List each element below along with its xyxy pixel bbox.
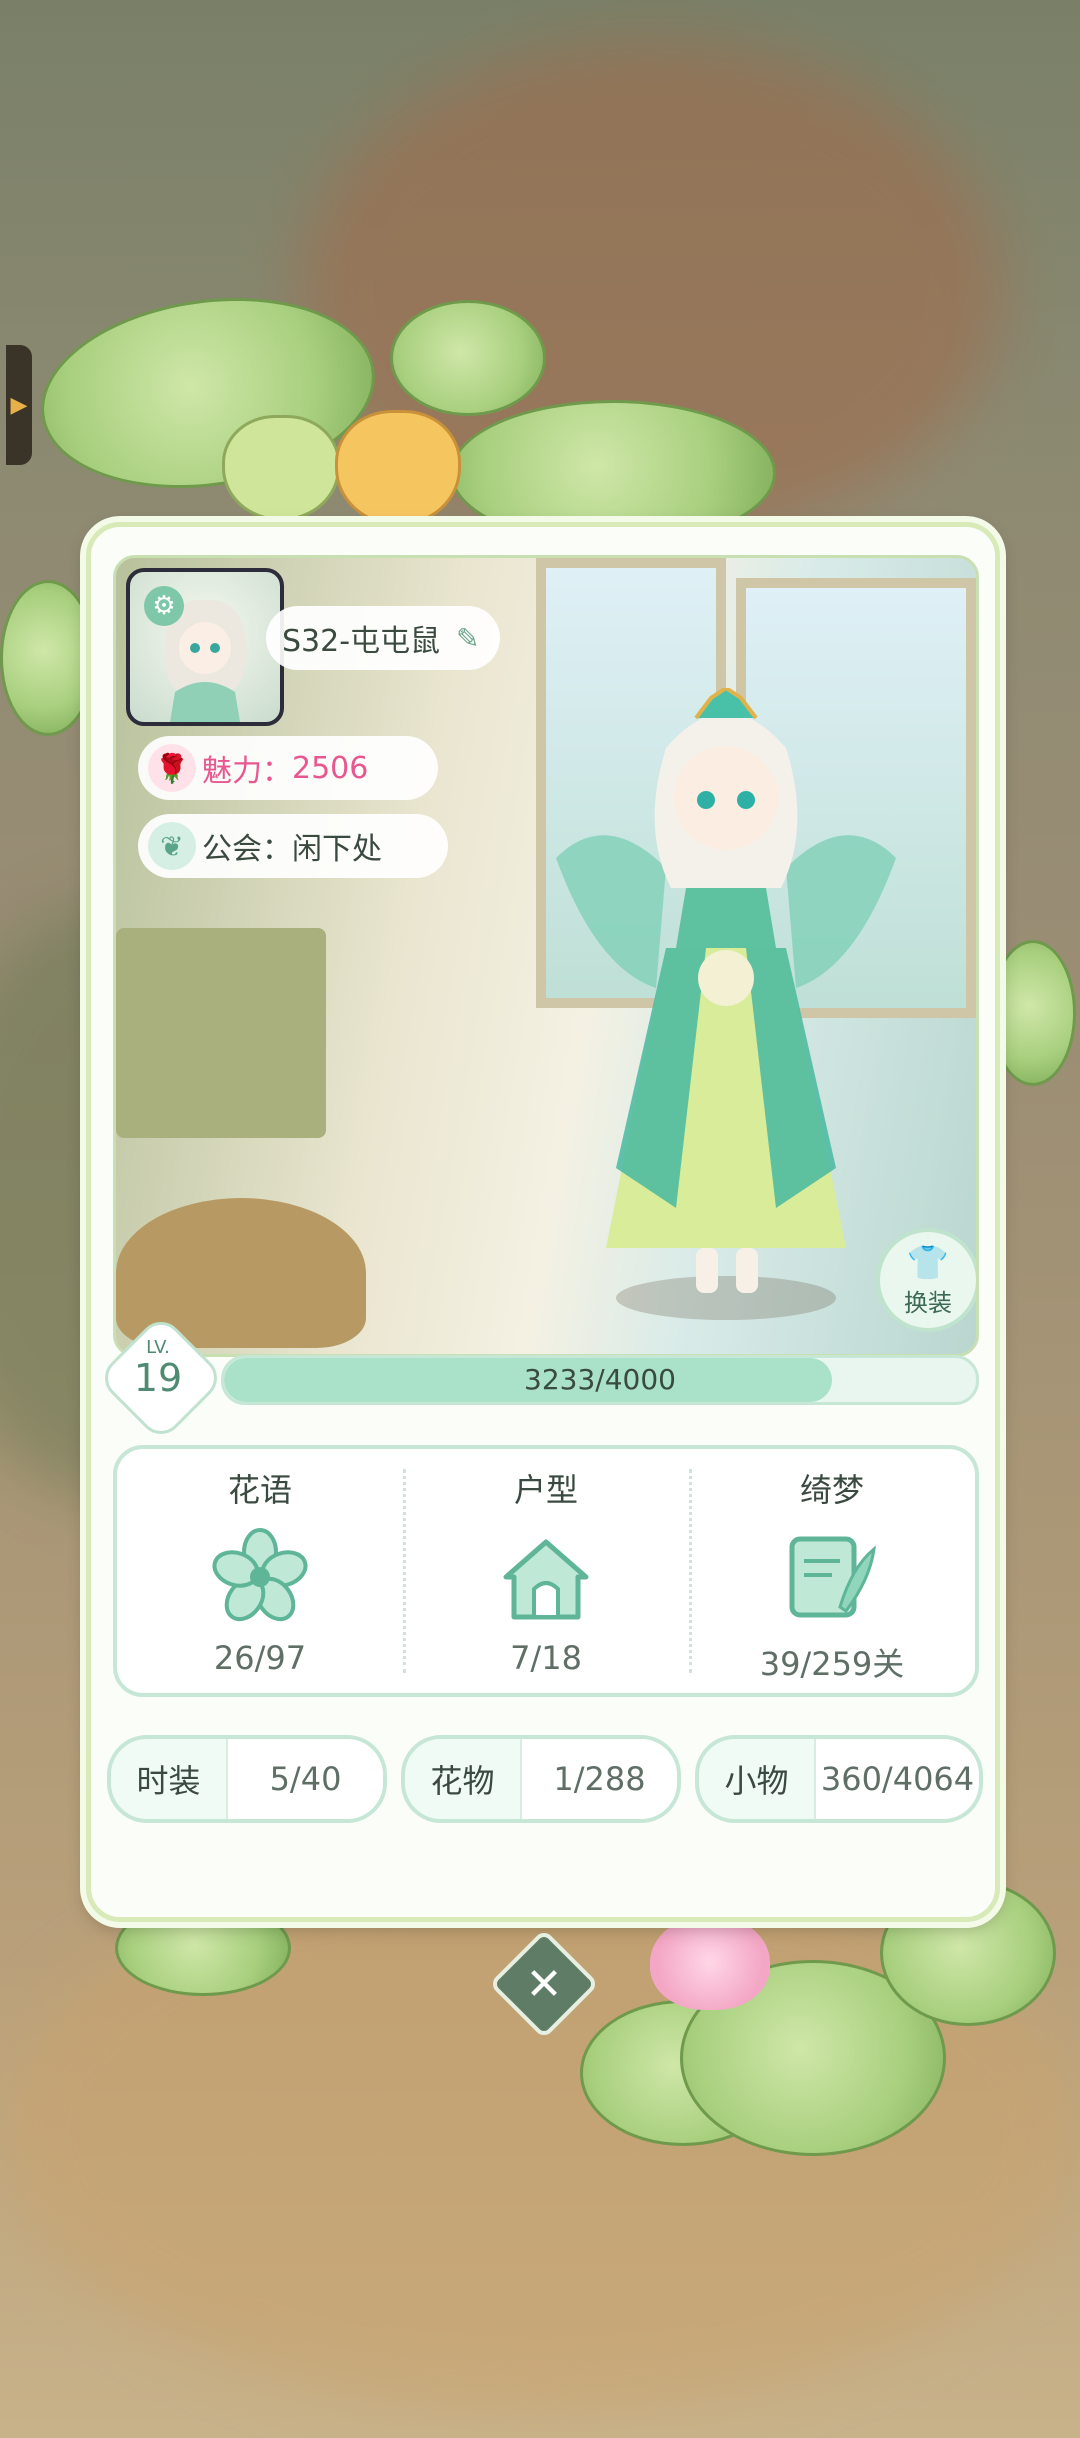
stat-value: 26/97: [213, 1639, 307, 1677]
level-text: LV. 19: [115, 1337, 201, 1400]
guild-value: 闲下处: [292, 832, 382, 867]
name-pill: S32-屯屯鼠 ✎: [266, 606, 500, 670]
stat-value: 7/18: [510, 1639, 582, 1677]
character-showcase: ⚙ S32-屯屯鼠 ✎ 🌹 魅力： 2506 ❦ 公会： 闲下处 👕 换装: [113, 555, 979, 1357]
stat-flower-language[interactable]: 花语 26/97: [117, 1449, 403, 1693]
guild-label: 公会：: [202, 832, 292, 867]
edit-name-icon[interactable]: ✎: [456, 622, 479, 655]
change-outfit-label: 换装: [904, 1288, 952, 1317]
level-value: 19: [133, 1356, 183, 1400]
player-name: S32-屯屯鼠: [282, 624, 441, 659]
charm-label: 魅力：: [202, 754, 292, 789]
rose-icon: 🌹: [148, 744, 196, 792]
collection-fashion[interactable]: 时装 5/40: [107, 1735, 387, 1823]
avatar[interactable]: ⚙: [126, 568, 284, 726]
stat-title: 绮梦: [799, 1471, 864, 1509]
character-portrait: [556, 688, 896, 1320]
pouch-decoration: [222, 415, 340, 521]
arrow-right-icon: ▶: [10, 392, 28, 418]
change-outfit-button[interactable]: 👕 换装: [876, 1228, 976, 1332]
collection-label: 花物: [405, 1739, 522, 1819]
stats-panel: 花语 26/97 户型 7/18 绮梦 39/259关: [113, 1445, 979, 1697]
lotus-leaf-decoration: [990, 940, 1076, 1086]
collection-value: 360/4064: [816, 1739, 979, 1819]
charm-pill: 🌹 魅力： 2506: [138, 736, 438, 800]
house-icon: [496, 1527, 596, 1627]
close-icon[interactable]: ✕: [505, 1945, 583, 2023]
flower-icon: [210, 1527, 310, 1627]
collection-flowers[interactable]: 花物 1/288: [401, 1735, 681, 1823]
stat-title: 花语: [227, 1471, 292, 1509]
level-prefix: LV.: [146, 1337, 170, 1358]
collection-value: 5/40: [228, 1739, 383, 1819]
charm-value: 2506: [292, 750, 369, 786]
xp-progress-text: 3233/4000: [524, 1363, 676, 1396]
stat-title: 户型: [513, 1471, 578, 1509]
table-decoration: [116, 928, 326, 1138]
collection-value: 1/288: [522, 1739, 677, 1819]
shirt-icon: 👕: [906, 1242, 950, 1283]
guild-pill: ❦ 公会： 闲下处: [138, 814, 448, 878]
stat-dream[interactable]: 绮梦 39/259关: [689, 1449, 975, 1693]
profile-card: ⚙ S32-屯屯鼠 ✎ 🌹 魅力： 2506 ❦ 公会： 闲下处 👕 换装 LV…: [86, 522, 1000, 1922]
collection-items[interactable]: 小物 360/4064: [695, 1735, 983, 1823]
guild-emblem-icon: ❦: [148, 822, 196, 870]
stat-house-type[interactable]: 户型 7/18: [403, 1449, 689, 1693]
xp-progress-bar: 3233/4000: [221, 1355, 979, 1405]
lotus-flower-decoration: [650, 1915, 770, 2010]
lotus-leaf-decoration: [390, 300, 546, 416]
lotus-leaf-decoration: [0, 580, 96, 736]
collection-label: 小物: [699, 1739, 816, 1819]
pouch-decoration: [335, 410, 461, 526]
dream-letter-icon: [782, 1527, 882, 1627]
stat-value: 39/259关: [759, 1645, 905, 1683]
side-expand-tab[interactable]: ▶: [6, 345, 32, 465]
collection-label: 时装: [111, 1739, 228, 1819]
settings-gear-icon[interactable]: ⚙: [144, 586, 184, 626]
